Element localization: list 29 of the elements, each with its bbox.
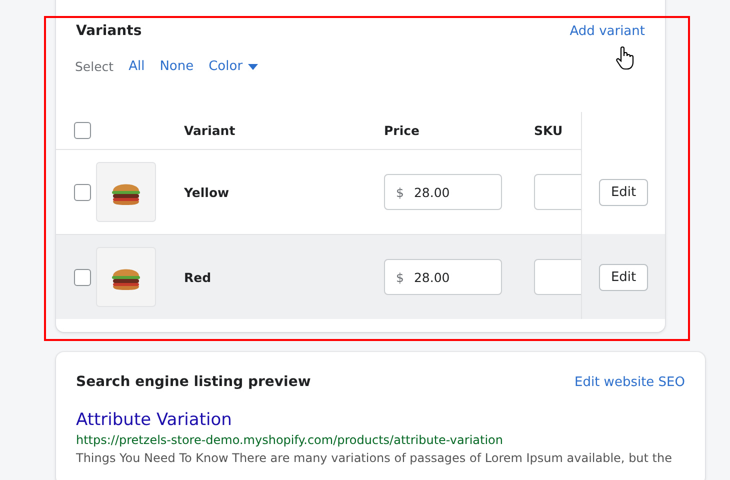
row-checkbox[interactable] <box>74 184 91 200</box>
preview-title: Attribute Variation <box>76 410 233 430</box>
burger-image <box>96 162 156 222</box>
column-header: Variant <box>184 123 236 138</box>
select-all-checkbox[interactable] <box>74 122 91 139</box>
variant-row[interactable]: Yellow $ 28.00 <box>56 150 582 234</box>
caret-icon <box>248 64 258 70</box>
select-option-link[interactable]: None <box>160 59 194 74</box>
variant-name: Red <box>184 270 212 284</box>
card-title: Variants <box>76 23 142 39</box>
column-header: Price <box>384 123 420 138</box>
edit-seo-link[interactable]: Edit website SEO <box>574 374 685 390</box>
hand-cursor-icon <box>616 46 634 70</box>
select-label: Select <box>75 59 114 74</box>
price-field[interactable]: $ 28.00 <box>384 259 502 295</box>
preview-url: https://pretzels-store-demo.myshopify.com/products/attribute-variation <box>76 433 504 447</box>
variant-name: Yellow <box>184 184 230 200</box>
column-header: SKU <box>534 123 563 138</box>
add-variant-link[interactable]: Add variant <box>570 24 645 38</box>
color-dropdown[interactable]: Color <box>208 59 258 74</box>
edit-button[interactable]: Edit <box>598 264 648 290</box>
variant-row[interactable]: Red $ 28.00 <box>56 234 582 319</box>
price-field[interactable]: $ 28.00 <box>384 174 502 210</box>
select-option-link[interactable]: All <box>128 59 145 74</box>
row-checkbox[interactable] <box>74 268 91 286</box>
card-title: Search engine listing preview <box>76 374 311 390</box>
burger-image <box>96 247 156 307</box>
edit-button[interactable]: Edit <box>598 178 648 206</box>
preview-description: Things You Need To Know There are many variations of passages of Lorem Ipsum available, but the <box>76 451 673 465</box>
